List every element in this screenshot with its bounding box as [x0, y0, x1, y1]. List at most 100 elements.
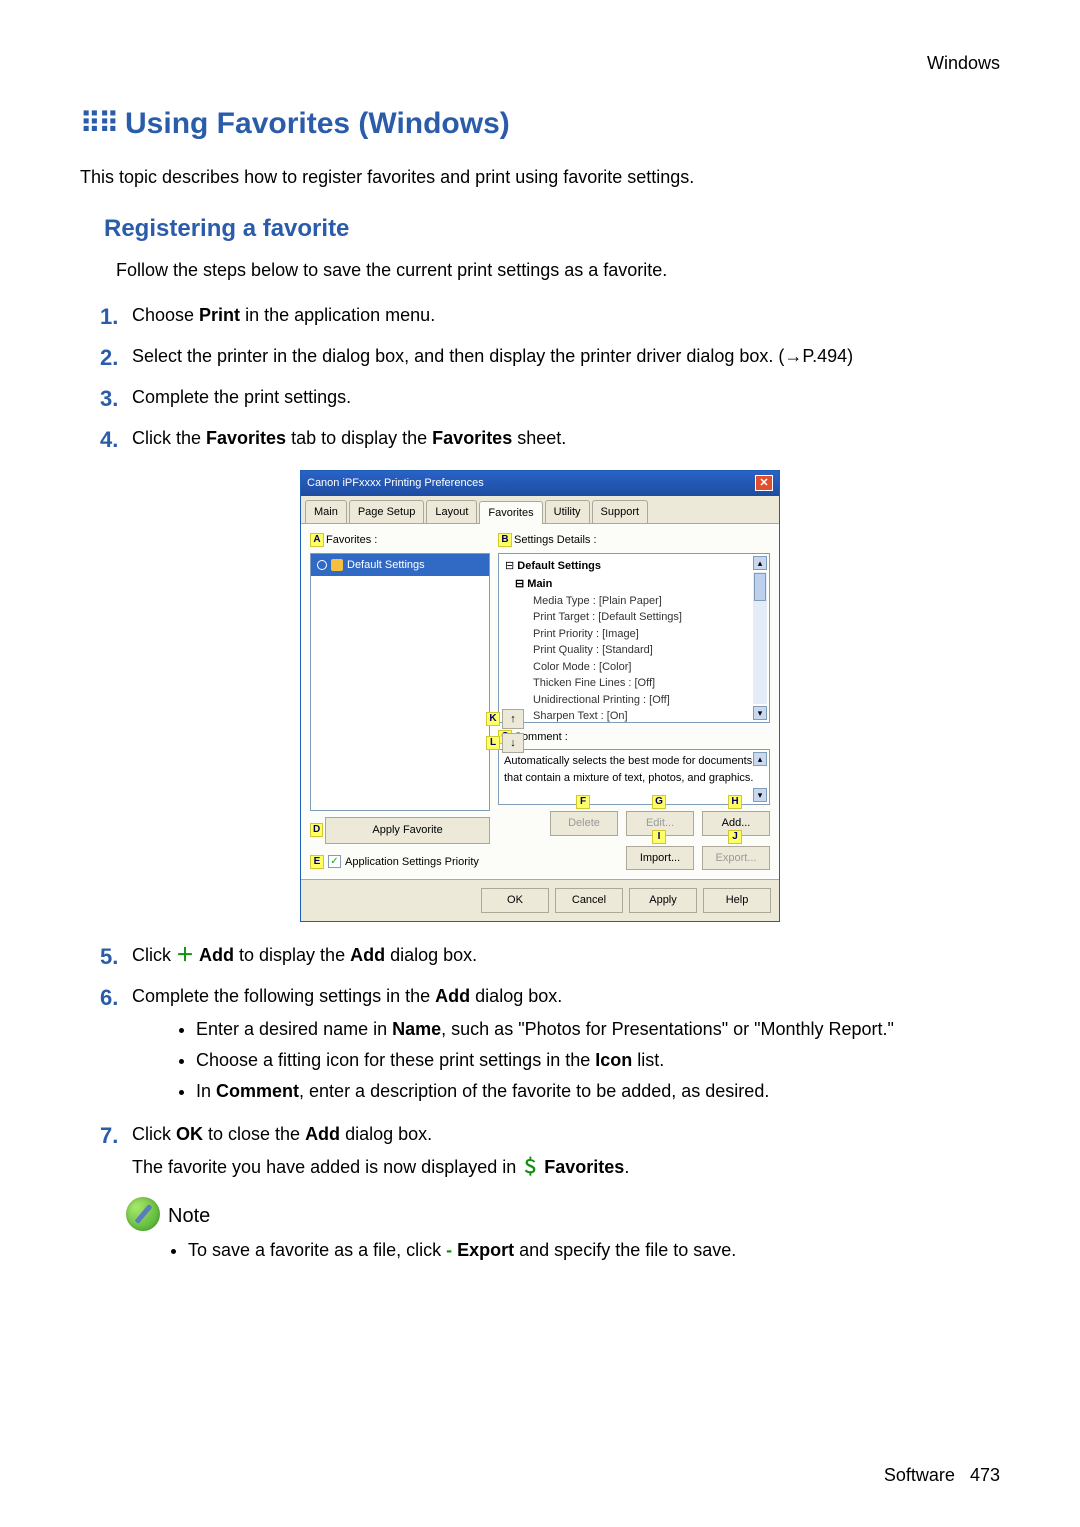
a-marker-icon: ＄ — [521, 1157, 539, 1177]
scrollbar-thumb[interactable] — [754, 573, 766, 601]
step-number: 4. — [100, 423, 132, 456]
step-5: Click ＋ Add to display the Add dialog bo… — [132, 940, 1000, 969]
tree-group-main: Main — [527, 578, 552, 590]
text: Choose — [132, 305, 199, 325]
section-subtitle: Registering a favorite — [104, 211, 1000, 247]
export-button[interactable]: Export... — [702, 846, 770, 871]
help-button[interactable]: Help — [703, 888, 771, 913]
note-item: To save a favorite as a file, click - Ex… — [188, 1237, 1000, 1264]
import-button[interactable]: Import... — [626, 846, 694, 871]
delete-button[interactable]: Delete — [550, 811, 618, 836]
step-2: Select the printer in the dialog box, an… — [132, 341, 1000, 370]
marker-a: A — [310, 533, 324, 547]
marker-d: D — [310, 823, 323, 837]
scroll-up-icon[interactable]: ▴ — [753, 556, 767, 570]
tree-leaf: Print Target : [Default Settings] — [533, 609, 763, 626]
marker-e: E — [310, 855, 324, 869]
move-up-button[interactable]: ↑ — [502, 709, 524, 729]
text: To save a favorite as a file, click — [188, 1240, 446, 1260]
step-number: 1. — [100, 300, 132, 333]
page-footer: Software 473 — [884, 1462, 1000, 1489]
dialog-tabs: Main Page Setup Layout Favorites Utility… — [301, 496, 779, 525]
text: to display the — [234, 945, 350, 965]
settings-details-tree[interactable]: ▴ ▾ ⊟ Default Settings ⊟ Main Media Type… — [498, 553, 770, 723]
step-6: Complete the following settings in the A… — [132, 981, 1000, 1111]
favorite-icon — [331, 559, 343, 571]
move-down-button[interactable]: ↓ — [502, 733, 524, 753]
dialog-title: Canon iPFxxxx Printing Preferences — [307, 475, 484, 492]
text: tab to display the — [286, 428, 432, 448]
app-settings-priority-checkbox[interactable]: ✓ — [328, 855, 341, 868]
bold: Favorites — [206, 428, 286, 448]
page-title: Using Favorites (Windows) — [125, 101, 510, 146]
step-number: 6. — [100, 981, 132, 1014]
grid-icon: ⠿⠿ — [80, 103, 117, 145]
bold: OK — [176, 1124, 203, 1144]
bold: Add — [350, 945, 385, 965]
step-number: 3. — [100, 382, 132, 415]
scroll-down-icon[interactable]: ▾ — [753, 706, 767, 720]
bold: Print — [199, 305, 240, 325]
settings-details-label: Settings Details : — [514, 532, 597, 549]
tree-leaf: Media Type : [Plain Paper] — [533, 593, 763, 610]
marker-f: F — [576, 795, 590, 809]
checkbox-label: Application Settings Priority — [345, 854, 479, 871]
tab-main[interactable]: Main — [305, 500, 347, 524]
marker-i: I — [652, 830, 666, 844]
section-intro: Follow the steps below to save the curre… — [116, 257, 1000, 284]
step-7: Click OK to close the Add dialog box. Th… — [132, 1119, 1000, 1181]
apply-button[interactable]: Apply — [629, 888, 697, 913]
tree-leaf: Print Quality : [Standard] — [533, 642, 763, 659]
favorites-label: Favorites : — [326, 532, 377, 549]
tab-utility[interactable]: Utility — [545, 500, 590, 524]
radio-icon — [317, 560, 327, 570]
bold: Export — [457, 1240, 514, 1260]
bold: Add — [435, 986, 470, 1006]
text: Complete the following settings in the — [132, 986, 435, 1006]
text: Click — [132, 1124, 176, 1144]
tab-layout[interactable]: Layout — [426, 500, 477, 524]
tab-page-setup[interactable]: Page Setup — [349, 500, 425, 524]
bold: Favorites — [432, 428, 512, 448]
step-number: 5. — [100, 940, 132, 973]
marker-l: L — [486, 736, 500, 750]
ok-button[interactable]: OK — [481, 888, 549, 913]
list-item: Choose a fitting icon for these print se… — [196, 1047, 1000, 1074]
bold: Add — [305, 1124, 340, 1144]
step-number: 7. — [100, 1119, 132, 1152]
tree-leaf: Print Priority : [Image] — [533, 626, 763, 643]
step-4: Click the Favorites tab to display the F… — [132, 423, 1000, 452]
favorites-list[interactable]: Default Settings — [310, 553, 490, 812]
tree-leaf: Sharpen Text : [On] — [533, 708, 763, 723]
cancel-button[interactable]: Cancel — [555, 888, 623, 913]
footer-page-number: 473 — [970, 1465, 1000, 1485]
favorites-list-item[interactable]: Default Settings — [311, 554, 489, 577]
marker-k: K — [486, 712, 500, 726]
intro-text: This topic describes how to register fav… — [80, 164, 1000, 191]
tree-root: Default Settings — [517, 560, 601, 572]
marker-b: B — [498, 533, 512, 547]
text: dialog box. — [340, 1124, 432, 1144]
text: The favorite you have added is now displ… — [132, 1157, 521, 1177]
tab-favorites[interactable]: Favorites — [479, 501, 542, 525]
tab-support[interactable]: Support — [592, 500, 649, 524]
footer-label: Software — [884, 1465, 955, 1485]
close-icon[interactable]: ✕ — [755, 475, 773, 491]
tree-leaf: Thicken Fine Lines : [Off] — [533, 675, 763, 692]
tree-leaf: Unidirectional Printing : [Off] — [533, 692, 763, 709]
h-marker-icon: ＋ — [176, 945, 194, 965]
text: to close the — [203, 1124, 305, 1144]
step-3: Complete the print settings. — [132, 382, 1000, 411]
apply-favorite-button[interactable]: Apply Favorite — [325, 817, 490, 844]
marker-g: G — [652, 795, 666, 809]
bold: Add — [199, 945, 234, 965]
step-1: Choose Print in the application menu. — [132, 300, 1000, 329]
text: sheet. — [512, 428, 566, 448]
text: and specify the file to save. — [514, 1240, 736, 1260]
scroll-down-icon[interactable]: ▾ — [753, 788, 767, 802]
text: Click — [132, 945, 176, 965]
j-marker-icon: - — [446, 1240, 452, 1260]
printing-preferences-dialog: Canon iPFxxxx Printing Preferences ✕ Mai… — [300, 470, 780, 922]
scroll-up-icon[interactable]: ▴ — [753, 752, 767, 766]
step-number: 2. — [100, 341, 132, 374]
